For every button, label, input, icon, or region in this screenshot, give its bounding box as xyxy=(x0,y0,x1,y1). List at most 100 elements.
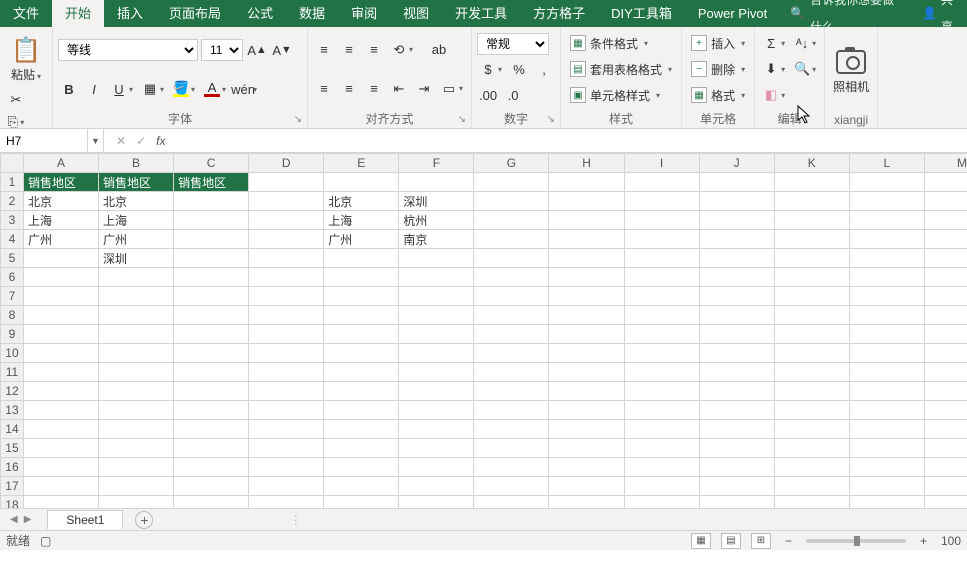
cell[interactable] xyxy=(774,496,849,509)
cell[interactable] xyxy=(849,287,924,306)
cell[interactable] xyxy=(249,458,324,477)
cell[interactable] xyxy=(474,477,549,496)
cell[interactable] xyxy=(324,496,399,509)
cell[interactable] xyxy=(849,249,924,268)
cell[interactable] xyxy=(774,249,849,268)
cell[interactable] xyxy=(99,344,174,363)
column-header[interactable]: C xyxy=(174,154,249,173)
align-bottom-button[interactable]: ≡ xyxy=(363,40,385,60)
increase-decimal-button[interactable]: .00 xyxy=(477,85,499,105)
cell[interactable] xyxy=(474,496,549,509)
cell[interactable] xyxy=(174,306,249,325)
cell[interactable] xyxy=(624,173,699,192)
cell[interactable] xyxy=(849,325,924,344)
cell[interactable] xyxy=(624,306,699,325)
cell[interactable] xyxy=(699,268,774,287)
cell[interactable]: 广州 xyxy=(23,230,98,249)
wrap-text-button[interactable]: ab xyxy=(428,40,450,60)
cell[interactable] xyxy=(399,420,474,439)
align-middle-button[interactable]: ≡ xyxy=(338,40,360,60)
cell[interactable] xyxy=(699,325,774,344)
cell[interactable] xyxy=(924,458,967,477)
cell[interactable] xyxy=(399,458,474,477)
tab-home[interactable]: 开始 xyxy=(52,0,104,27)
row-header[interactable]: 5 xyxy=(1,249,24,268)
decrease-decimal-button[interactable]: .0 xyxy=(502,85,524,105)
row-header[interactable]: 4 xyxy=(1,230,24,249)
cell[interactable]: 上海 xyxy=(99,211,174,230)
cell[interactable] xyxy=(23,401,98,420)
cell[interactable] xyxy=(774,230,849,249)
column-header[interactable]: A xyxy=(23,154,98,173)
worksheet-grid[interactable]: ABCDEFGHIJKLM1销售地区销售地区销售地区2北京北京北京深圳3上海上海… xyxy=(0,153,967,508)
cell[interactable] xyxy=(549,420,624,439)
camera-button[interactable]: 照相机 xyxy=(830,42,872,99)
add-sheet-button[interactable]: + xyxy=(135,511,153,529)
name-box-dropdown[interactable]: ▼ xyxy=(88,129,104,152)
cell[interactable] xyxy=(23,344,98,363)
cell[interactable] xyxy=(249,420,324,439)
cell[interactable] xyxy=(849,363,924,382)
cancel-formula-button[interactable]: ✕ xyxy=(116,134,126,148)
cell[interactable] xyxy=(549,249,624,268)
cell[interactable] xyxy=(774,382,849,401)
cell[interactable] xyxy=(324,287,399,306)
cell[interactable] xyxy=(99,363,174,382)
cell[interactable] xyxy=(249,344,324,363)
formula-input[interactable] xyxy=(177,129,967,152)
tab-data[interactable]: 数据 xyxy=(286,0,338,27)
cell[interactable] xyxy=(23,363,98,382)
row-header[interactable]: 14 xyxy=(1,420,24,439)
cell[interactable] xyxy=(549,382,624,401)
cell[interactable] xyxy=(23,268,98,287)
cell[interactable] xyxy=(399,173,474,192)
cell[interactable] xyxy=(924,287,967,306)
cell[interactable] xyxy=(849,173,924,192)
row-header[interactable]: 8 xyxy=(1,306,24,325)
cell[interactable] xyxy=(174,363,249,382)
cell[interactable] xyxy=(324,325,399,344)
cell[interactable] xyxy=(399,325,474,344)
cell[interactable] xyxy=(699,287,774,306)
cell[interactable] xyxy=(924,325,967,344)
italic-button[interactable]: I xyxy=(83,79,105,99)
cell[interactable] xyxy=(924,496,967,509)
cell[interactable] xyxy=(849,230,924,249)
insert-function-button[interactable]: fx xyxy=(156,134,165,148)
column-header[interactable]: E xyxy=(324,154,399,173)
cell[interactable] xyxy=(924,306,967,325)
percent-button[interactable]: % xyxy=(508,60,530,80)
cell[interactable] xyxy=(624,401,699,420)
cell[interactable] xyxy=(23,458,98,477)
fill-color-button[interactable]: 🪣 xyxy=(170,79,198,99)
cell[interactable] xyxy=(399,306,474,325)
cell[interactable] xyxy=(924,230,967,249)
delete-cells-button[interactable]: −删除 xyxy=(687,59,749,80)
cell[interactable] xyxy=(924,211,967,230)
cell[interactable] xyxy=(624,382,699,401)
row-header[interactable]: 10 xyxy=(1,344,24,363)
cell[interactable] xyxy=(23,249,98,268)
bold-button[interactable]: B xyxy=(58,79,80,99)
view-normal-button[interactable]: ▦ xyxy=(691,533,711,549)
cell[interactable] xyxy=(549,287,624,306)
cell[interactable] xyxy=(174,211,249,230)
accounting-format-button[interactable]: $ xyxy=(477,60,505,80)
cell[interactable] xyxy=(174,325,249,344)
cell[interactable]: 销售地区 xyxy=(174,173,249,192)
cell[interactable] xyxy=(624,268,699,287)
cell[interactable] xyxy=(774,401,849,420)
cell[interactable] xyxy=(924,477,967,496)
cell[interactable] xyxy=(549,496,624,509)
dialog-launcher-icon[interactable]: ↘ xyxy=(458,114,466,125)
row-header[interactable]: 9 xyxy=(1,325,24,344)
cell[interactable] xyxy=(399,363,474,382)
cell[interactable] xyxy=(849,477,924,496)
cell[interactable] xyxy=(99,496,174,509)
cell[interactable] xyxy=(924,401,967,420)
cell[interactable] xyxy=(23,325,98,344)
cell[interactable]: 销售地区 xyxy=(23,173,98,192)
cell[interactable] xyxy=(774,306,849,325)
dialog-launcher-icon[interactable]: ↘ xyxy=(294,114,302,125)
cell[interactable] xyxy=(924,439,967,458)
